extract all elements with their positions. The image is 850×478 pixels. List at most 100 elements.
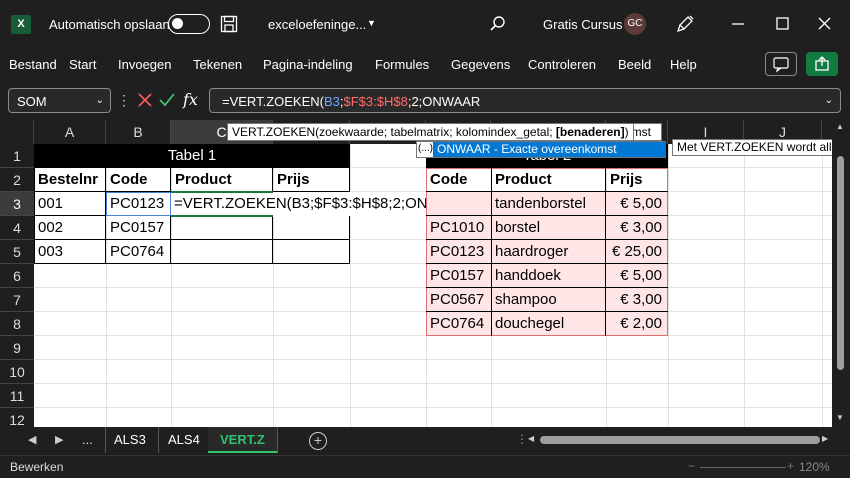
- table2-cell[interactable]: € 5,00: [606, 264, 668, 288]
- horizontal-scroll-thumb[interactable]: [540, 436, 820, 444]
- column-header-a[interactable]: A: [34, 120, 106, 144]
- next-sheet-icon[interactable]: ▶: [55, 433, 63, 446]
- table1-cell[interactable]: 002: [34, 216, 63, 240]
- table2-cell[interactable]: PC1010: [426, 216, 484, 240]
- table1-header-product[interactable]: Product: [171, 168, 273, 192]
- zoom-slider[interactable]: [700, 467, 786, 468]
- table1-cell-lookup-ref[interactable]: PC0123: [106, 192, 171, 216]
- autocomplete-item-onwaar[interactable]: ONWAAR - Exacte overeenkomst: [433, 142, 666, 157]
- add-sheet-icon[interactable]: +: [309, 432, 327, 450]
- row-header-1[interactable]: 1: [0, 144, 34, 168]
- table1-header-code[interactable]: Code: [106, 168, 171, 192]
- table2-cell[interactable]: € 25,00: [606, 240, 668, 264]
- sheet-tab-als3[interactable]: ALS3: [102, 427, 159, 453]
- sheet-tab-more[interactable]: ...: [70, 427, 106, 453]
- table2-cell[interactable]: PC0123: [426, 240, 484, 264]
- autosave-toggle[interactable]: [168, 14, 210, 34]
- horizontal-scrollbar[interactable]: ◀ ▶: [528, 434, 830, 445]
- scroll-up-icon[interactable]: ▲: [836, 122, 844, 131]
- menu-item-formules[interactable]: Formules: [375, 57, 429, 72]
- brush-icon[interactable]: [675, 14, 695, 34]
- scroll-down-icon[interactable]: ▼: [836, 413, 844, 422]
- table1-cell[interactable]: 003: [34, 240, 63, 264]
- table2-header-code[interactable]: Code: [426, 168, 491, 192]
- table2-cell[interactable]: € 2,00: [606, 312, 668, 336]
- close-icon[interactable]: [813, 13, 837, 35]
- table2-cell[interactable]: € 3,00: [606, 288, 668, 312]
- avatar[interactable]: GC: [624, 13, 646, 35]
- name-box[interactable]: SOM ⌄: [8, 88, 111, 113]
- row-header-6[interactable]: 6: [0, 264, 34, 288]
- table1-header-prijs[interactable]: Prijs: [273, 168, 350, 192]
- menu-item-help[interactable]: Help: [670, 57, 697, 72]
- expand-formula-bar-icon[interactable]: ⌄: [825, 95, 833, 106]
- menu-item-gegevens[interactable]: Gegevens: [451, 57, 510, 72]
- table2-cell[interactable]: PC0157: [426, 264, 484, 288]
- menu-item-tekenen[interactable]: Tekenen: [193, 57, 242, 72]
- menu-item-bestand[interactable]: Bestand: [9, 57, 57, 72]
- row-header-11[interactable]: 11: [0, 384, 34, 408]
- maximize-icon[interactable]: [770, 13, 794, 35]
- table2-cell[interactable]: shampoo: [491, 288, 557, 312]
- save-icon[interactable]: [220, 15, 238, 33]
- table2-cell[interactable]: € 5,00: [606, 192, 668, 216]
- menu-item-start[interactable]: Start: [69, 57, 96, 72]
- table2-cell[interactable]: douchegel: [491, 312, 564, 336]
- vertical-scrollbar[interactable]: ▲ ▼: [832, 120, 850, 427]
- vertical-scroll-thumb[interactable]: [837, 156, 844, 370]
- menu-item-invoegen[interactable]: Invoegen: [118, 57, 172, 72]
- column-header-b[interactable]: B: [106, 120, 171, 144]
- row-header-2[interactable]: 2: [0, 168, 34, 192]
- menu-item-pagina-indeling[interactable]: Pagina-indeling: [263, 57, 353, 72]
- tab-split-handle-icon[interactable]: ⋮: [516, 432, 528, 446]
- row-header-10[interactable]: 10: [0, 360, 34, 384]
- row-header-4[interactable]: 4: [0, 216, 34, 240]
- table1-cell[interactable]: 001: [34, 192, 63, 216]
- user-name[interactable]: Gratis Cursus: [543, 17, 622, 32]
- menu-item-beeld[interactable]: Beeld: [618, 57, 651, 72]
- worksheet-grid[interactable]: A B C D E F G H I J 1 2 3 4 5 6 7 8 9 10…: [0, 120, 832, 427]
- table2-cell[interactable]: handdoek: [491, 264, 561, 288]
- table2-cell[interactable]: borstel: [491, 216, 540, 240]
- zoom-in-icon[interactable]: +: [787, 459, 794, 473]
- table2-cell[interactable]: PC0567: [426, 288, 484, 312]
- table2-cell[interactable]: € 3,00: [606, 216, 668, 240]
- gridline: [34, 407, 832, 408]
- sheet-tab-vert-z[interactable]: VERT.Z: [208, 427, 278, 453]
- previous-sheet-icon[interactable]: ◀: [28, 433, 36, 446]
- sheet-tab-als4[interactable]: ALS4: [156, 427, 213, 453]
- row-header-3[interactable]: 3: [0, 192, 34, 216]
- search-icon[interactable]: [489, 15, 507, 33]
- more-options-icon[interactable]: ⋮: [117, 92, 131, 109]
- row-header-8[interactable]: 8: [0, 312, 34, 336]
- table2-cell[interactable]: tandenborstel: [491, 192, 586, 216]
- share-button[interactable]: [806, 52, 838, 76]
- table2-header-product[interactable]: Product: [491, 168, 606, 192]
- table1-cell[interactable]: PC0157: [106, 216, 164, 240]
- minimize-icon[interactable]: [726, 13, 750, 35]
- row-header-7[interactable]: 7: [0, 288, 34, 312]
- file-name[interactable]: exceloefeninge...: [268, 17, 366, 32]
- table2-header-prijs[interactable]: Prijs: [606, 168, 668, 192]
- menu-item-controleren[interactable]: Controleren: [528, 57, 596, 72]
- select-all-corner[interactable]: [0, 120, 34, 144]
- comments-button[interactable]: [765, 52, 797, 76]
- table2-cell[interactable]: haardroger: [491, 240, 568, 264]
- scroll-right-icon[interactable]: ▶: [822, 434, 828, 443]
- table1-header-bestelnr[interactable]: Bestelnr: [34, 168, 106, 192]
- row-header-9[interactable]: 9: [0, 336, 34, 360]
- row-header-12[interactable]: 12: [0, 408, 34, 427]
- scroll-left-icon[interactable]: ◀: [528, 434, 534, 443]
- chevron-down-icon[interactable]: ▼: [367, 18, 376, 28]
- zoom-out-icon[interactable]: −: [688, 459, 695, 473]
- zoom-level[interactable]: 120%: [799, 460, 830, 474]
- insert-function-icon[interactable]: fx: [183, 90, 198, 109]
- formula-input[interactable]: =VERT.ZOEKEN(B3;$F$3:$H$8;2;ONWAAR ⌄: [209, 88, 841, 113]
- table1-cell[interactable]: PC0764: [106, 240, 164, 264]
- table2-cell[interactable]: PC0764: [426, 312, 484, 336]
- chevron-down-icon[interactable]: ⌄: [96, 95, 104, 106]
- row-header-5[interactable]: 5: [0, 240, 34, 264]
- cancel-icon[interactable]: [136, 91, 154, 109]
- function-syntax-tooltip[interactable]: VERT.ZOEKEN(zoekwaarde; tabelmatrix; kol…: [227, 123, 634, 141]
- confirm-check-icon[interactable]: [158, 91, 176, 109]
